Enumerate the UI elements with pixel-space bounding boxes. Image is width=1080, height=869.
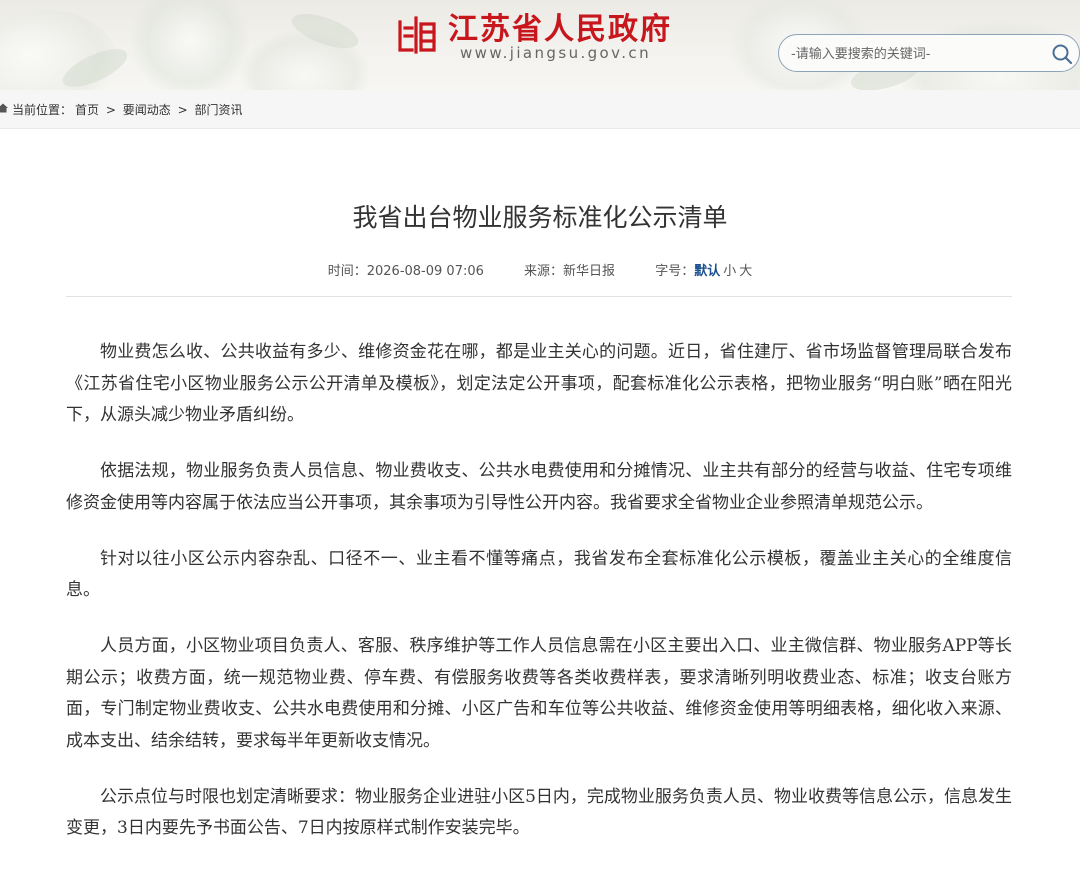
article-source: 来源：新华日报 (524, 264, 615, 279)
article-body: 物业费怎么收、公共收益有多少、维修资金花在哪，都是业主关心的问题。近日，省住建厅… (66, 337, 1012, 869)
breadcrumb-separator: > (105, 103, 116, 117)
header-decoration (130, 0, 250, 90)
search-input[interactable] (789, 43, 1033, 65)
font-size-small-button[interactable]: 小 (723, 264, 736, 279)
breadcrumb-trail: 首页 > 要闻动态 > 部门资讯 (75, 101, 242, 118)
source-label: 来源： (524, 264, 564, 279)
search-icon[interactable] (1051, 43, 1073, 65)
font-size-large-button[interactable]: 大 (739, 264, 752, 279)
font-size-control: 字号：默认小大 (655, 264, 752, 279)
breadcrumb-label: 当前位置： (12, 103, 73, 117)
jiangsu-gov-emblem-icon[interactable] (396, 14, 438, 56)
breadcrumb-news[interactable]: 要闻动态 (123, 103, 171, 117)
breadcrumb-department-info[interactable]: 部门资讯 (194, 103, 242, 117)
article-paragraph: 人员方面，小区物业项目负责人、客服、秩序维护等工作人员信息需在小区主要出入口、业… (66, 636, 1012, 751)
site-title[interactable]: 江苏省人民政府 (448, 4, 672, 48)
search-box (778, 34, 1080, 72)
article-meta: 时间：2026-08-09 07:06 来源：新华日报 字号：默认小大 (0, 260, 1080, 279)
publish-time-label: 时间： (327, 264, 367, 279)
source-value: 新华日报 (563, 264, 616, 279)
article-paragraph: 物业费怎么收、公共收益有多少、维修资金花在哪，都是业主关心的问题。近日，省住建厅… (66, 342, 1012, 425)
home-icon (0, 103, 8, 113)
publish-time: 时间：2026-08-09 07:06 (328, 264, 484, 279)
publish-time-value: 2026-08-09 07:06 (366, 264, 484, 279)
font-size-label: 字号： (655, 264, 695, 279)
site-url: www.jiangsu.gov.cn (460, 44, 651, 62)
title-divider (66, 296, 1012, 297)
font-size-default-button[interactable]: 默认 (694, 264, 720, 279)
article-paragraph: 公示点位与时限也划定清晰要求：物业服务企业进驻小区5日内，完成物业服务负责人员、… (66, 786, 1012, 839)
article-paragraph: 依据法规，物业服务负责人员信息、物业费收支、公共水电费使用和分摊情况、业主共有部… (66, 461, 1012, 513)
article-paragraph: 针对以往小区公示内容杂乱、口径不一、业主看不懂等痛点，我省发布全套标准化公示模板… (66, 548, 1012, 601)
breadcrumb-separator: > (177, 103, 188, 117)
breadcrumb-home[interactable]: 首页 (75, 103, 99, 117)
breadcrumb: 当前位置： 首页 > 要闻动态 > 部门资讯 (0, 90, 1080, 129)
article-title: 我省出台物业服务标准化公示清单 (352, 203, 728, 232)
site-header: 江苏省人民政府 www.jiangsu.gov.cn (0, 0, 1080, 90)
